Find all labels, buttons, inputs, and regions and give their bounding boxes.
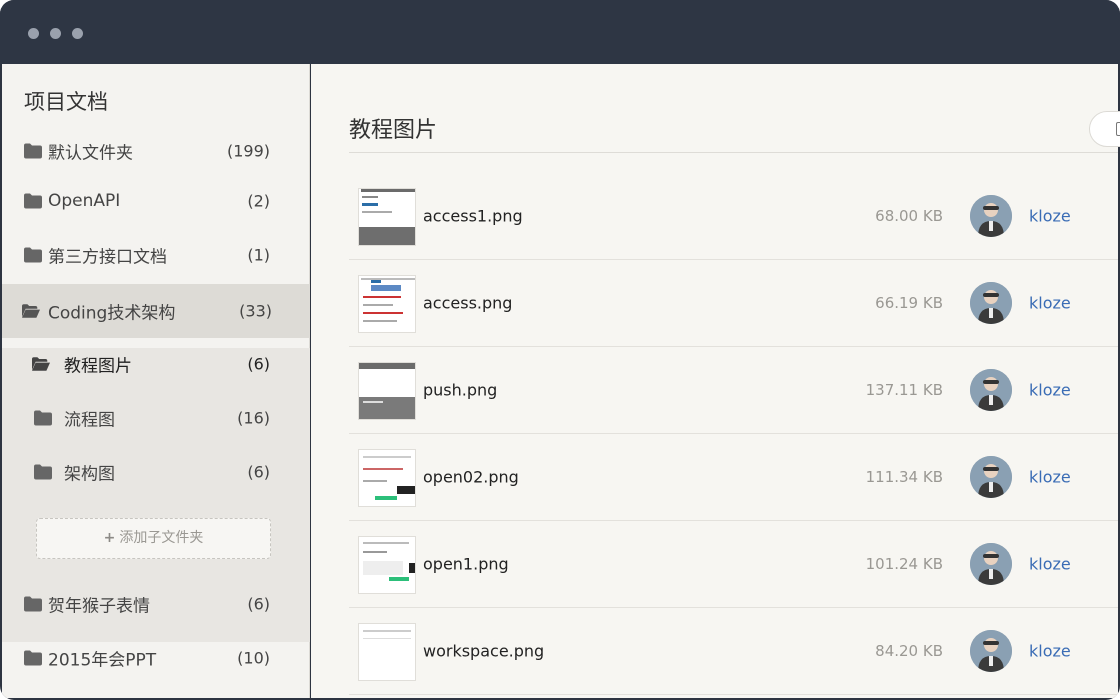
folder-count: (16) xyxy=(237,408,270,428)
maximize-dot[interactable] xyxy=(72,28,83,39)
file-thumbnail[interactable] xyxy=(358,536,416,594)
folder-count: (1) xyxy=(247,245,270,265)
file-row[interactable]: workspace.png 84.20 KB kloze xyxy=(349,608,1118,695)
sidebar-folder-coding-arch[interactable]: Coding技术架构 (33) xyxy=(2,284,310,338)
plus-icon: + xyxy=(103,530,116,546)
file-name[interactable]: open02.png xyxy=(423,468,519,487)
owner-link[interactable]: kloze xyxy=(1029,381,1071,400)
sidebar-subfolder-architecture[interactable]: 架构图 (6) xyxy=(0,446,308,498)
folder-icon xyxy=(24,650,42,666)
folder-count: (199) xyxy=(226,141,270,161)
sidebar-subfolder-tutorial-images[interactable]: 教程图片 (6) xyxy=(0,338,308,390)
file-size: 68.00 KB xyxy=(875,207,943,225)
folder-icon xyxy=(24,193,42,209)
sidebar-title: 项目文档 xyxy=(24,90,108,114)
title-divider xyxy=(349,152,1118,153)
sidebar-subfolder-flowcharts[interactable]: 流程图 (16) xyxy=(0,392,308,444)
owner-link[interactable]: kloze xyxy=(1029,642,1071,661)
file-size: 101.24 KB xyxy=(865,555,943,573)
title-bar xyxy=(0,0,1120,64)
folder-label: 2015年会PPT xyxy=(48,650,157,671)
owner-link[interactable]: kloze xyxy=(1029,207,1071,226)
folder-label: OpenAPI xyxy=(48,191,121,211)
file-name[interactable]: access1.png xyxy=(423,207,523,226)
folder-icon xyxy=(34,410,52,426)
folder-label: 流程图 xyxy=(64,410,115,431)
file-row[interactable]: open02.png 111.34 KB kloze xyxy=(349,434,1118,521)
avatar[interactable] xyxy=(970,630,1012,672)
folder-icon xyxy=(34,464,52,480)
avatar[interactable] xyxy=(970,282,1012,324)
folder-label: 教程图片 xyxy=(64,356,132,377)
close-dot[interactable] xyxy=(28,28,39,39)
avatar[interactable] xyxy=(970,543,1012,585)
file-thumbnail[interactable] xyxy=(358,623,416,681)
toolbar-button[interactable] xyxy=(1089,111,1120,147)
main-panel: 教程图片 access1.png 68.00 KB kloze access.p… xyxy=(311,64,1120,698)
file-row[interactable]: access.png 66.19 KB kloze xyxy=(349,260,1118,347)
minimize-dot[interactable] xyxy=(50,28,61,39)
document-icon xyxy=(1116,122,1120,136)
folder-label: 贺年猴子表情 xyxy=(48,596,150,617)
sidebar-folder-openapi[interactable]: OpenAPI (2) xyxy=(0,175,308,227)
folder-icon xyxy=(24,143,42,159)
sidebar-folder-third-party[interactable]: 第三方接口文档 (1) xyxy=(0,229,308,281)
avatar[interactable] xyxy=(970,369,1012,411)
file-size: 84.20 KB xyxy=(875,642,943,660)
sidebar-folder-2015-ppt[interactable]: 2015年会PPT (10) xyxy=(0,632,308,684)
page-title: 教程图片 xyxy=(349,118,438,143)
folder-icon xyxy=(24,596,42,612)
file-thumbnail[interactable] xyxy=(358,449,416,507)
file-thumbnail[interactable] xyxy=(358,362,416,420)
folder-count: (6) xyxy=(247,462,270,482)
folder-label: 第三方接口文档 xyxy=(48,247,167,268)
file-row[interactable]: access1.png 68.00 KB kloze xyxy=(349,173,1118,260)
file-row[interactable]: push.png 137.11 KB kloze xyxy=(349,347,1118,434)
file-name[interactable]: workspace.png xyxy=(423,642,544,661)
folder-count: (10) xyxy=(237,648,270,668)
sidebar-folder-new-year-monkey[interactable]: 贺年猴子表情 (6) xyxy=(0,578,308,630)
folder-open-icon xyxy=(22,304,40,318)
owner-link[interactable]: kloze xyxy=(1029,555,1071,574)
file-thumbnail[interactable] xyxy=(358,188,416,246)
folder-icon xyxy=(24,247,42,263)
owner-link[interactable]: kloze xyxy=(1029,294,1071,313)
folder-count: (6) xyxy=(247,594,270,614)
avatar[interactable] xyxy=(970,456,1012,498)
file-row[interactable]: open1.png 101.24 KB kloze xyxy=(349,521,1118,608)
folder-label: Coding技术架构 xyxy=(48,303,176,324)
file-size: 66.19 KB xyxy=(875,294,943,312)
folder-open-icon xyxy=(32,357,50,371)
add-subfolder-button[interactable]: + 添加子文件夹 xyxy=(36,518,271,559)
file-size: 137.11 KB xyxy=(865,381,943,399)
folder-count: (6) xyxy=(247,354,270,374)
avatar[interactable] xyxy=(970,195,1012,237)
add-subfolder-label: 添加子文件夹 xyxy=(119,530,204,546)
folder-label: 默认文件夹 xyxy=(48,143,133,164)
file-name[interactable]: open1.png xyxy=(423,555,509,574)
owner-link[interactable]: kloze xyxy=(1029,468,1071,487)
folder-count: (2) xyxy=(247,191,270,211)
file-size: 111.34 KB xyxy=(865,468,943,486)
file-name[interactable]: access.png xyxy=(423,294,512,313)
file-thumbnail[interactable] xyxy=(358,275,416,333)
app-window: 项目文档 默认文件夹 (199) OpenAPI (2) 第三方接口文档 (1)… xyxy=(0,0,1120,700)
file-name[interactable]: push.png xyxy=(423,381,497,400)
sidebar-folder-default[interactable]: 默认文件夹 (199) xyxy=(0,125,308,177)
folder-label: 架构图 xyxy=(64,464,115,485)
folder-count: (33) xyxy=(239,301,272,321)
